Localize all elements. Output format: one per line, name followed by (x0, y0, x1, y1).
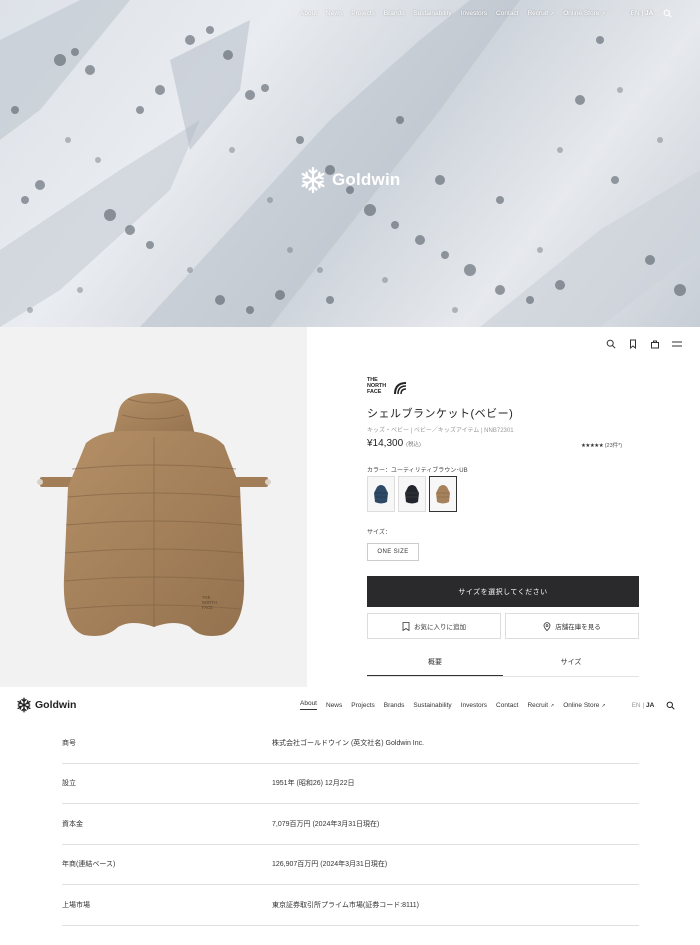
size-label: サイズ： (367, 530, 391, 536)
row-label: 年商(連結ベース) (62, 861, 116, 869)
bookmark-icon[interactable] (628, 336, 638, 350)
nav-contact[interactable]: Contact (496, 10, 518, 17)
table-row: 資本金 7,079百万円 (2024年3月31日現在) (62, 804, 639, 845)
color-label: カラー：ユーティリティブラウン･UB (367, 468, 468, 474)
nav-investors[interactable]: Investors (461, 10, 487, 17)
row-label: 商号 (62, 739, 76, 747)
lang-ja[interactable]: JA (646, 702, 654, 709)
table-row: 設立 1951年 (昭和26) 12月22日 (62, 764, 639, 804)
product-name: シェルブランケット(ベビー) (367, 408, 514, 420)
product-rating[interactable]: ★★★★★ (23件*) (581, 441, 622, 449)
goldwin-site-header: Goldwin About News Projects Brands Susta… (0, 687, 700, 723)
table-row: 商号 株式会社ゴールドウイン (英文社名) Goldwin Inc. (62, 723, 639, 764)
nav-online-store[interactable]: Online Store ↗ (563, 702, 605, 709)
goldwin-wordmark: Goldwin (35, 699, 77, 711)
size-one-size-button[interactable]: ONE SIZE (367, 543, 419, 561)
lang-en[interactable]: EN (631, 10, 640, 17)
nav-recruit[interactable]: Recruit ↗ (527, 702, 554, 709)
external-link-icon: ↗ (601, 10, 606, 17)
tab-size[interactable]: サイズ (503, 657, 639, 676)
external-link-icon: ↗ (550, 10, 555, 17)
nav-projects[interactable]: Projects (351, 702, 374, 709)
language-switch[interactable]: EN | JA (632, 702, 655, 709)
row-label: 上場市場 (62, 901, 90, 909)
hero-banner: About News Projects Brands Sustainabilit… (0, 0, 700, 327)
header-icons (606, 336, 682, 350)
row-label: 設立 (62, 780, 76, 788)
black-blanket-thumbnail (405, 485, 419, 504)
nav-contact[interactable]: Contact (496, 702, 518, 709)
nav-online-store[interactable]: Online Store ↗ (563, 10, 605, 17)
product-image-panel: THE NORTH FACE (0, 327, 307, 687)
row-value: 株式会社ゴールドウイン (英文社名) Goldwin Inc. (272, 739, 425, 747)
company-info-table: 商号 株式会社ゴールドウイン (英文社名) Goldwin Inc. 設立 19… (62, 723, 639, 926)
product-price: ¥14,300 (税込) (367, 438, 421, 449)
location-pin-icon (543, 621, 551, 631)
snowy-mountain-image (0, 0, 700, 327)
nav-recruit[interactable]: Recruit ↗ (527, 10, 554, 17)
goldwin-hero-logo[interactable]: Goldwin (299, 166, 400, 194)
bookmark-icon (402, 621, 410, 631)
language-switch[interactable]: EN | JA (631, 10, 654, 17)
product-category: キッズ・ベビー | ベビー／キッズアイテム | NNB72301 (367, 428, 514, 434)
the-north-face-logo[interactable]: THE NORTH FACE (367, 375, 407, 395)
brown-blanket-thumbnail (436, 485, 450, 504)
goldwin-nav: About News Projects Brands Sustainabilit… (300, 700, 675, 710)
nav-brands[interactable]: Brands (384, 702, 405, 709)
product-tabs: 概要 サイズ (367, 657, 639, 677)
search-icon[interactable] (666, 701, 675, 710)
nav-sustainability[interactable]: Sustainability (413, 702, 451, 709)
goldwin-logo[interactable]: Goldwin (16, 697, 76, 713)
search-icon[interactable] (606, 336, 616, 349)
check-store-stock-button[interactable]: 店舗在庫を見る (505, 613, 639, 639)
row-label: 資本金 (62, 820, 83, 828)
swatch-utility-brown[interactable] (429, 476, 457, 512)
review-count: (23件*) (604, 443, 623, 449)
navy-blanket-thumbnail (374, 485, 388, 504)
swatch-black[interactable] (398, 476, 426, 512)
nav-news[interactable]: News (326, 702, 342, 709)
nav-projects[interactable]: Projects (351, 10, 374, 17)
external-link-icon: ↗ (601, 702, 606, 709)
goldwin-wordmark: Goldwin (332, 170, 401, 189)
search-icon[interactable] (663, 9, 672, 18)
row-value: 7,079百万円 (2024年3月31日現在) (272, 820, 380, 828)
select-size-button[interactable]: サイズを選択してください (367, 576, 639, 607)
color-swatches (367, 476, 457, 512)
external-link-icon: ↗ (550, 702, 555, 709)
goldwin-snowflake-icon (301, 166, 325, 194)
add-to-favorites-button[interactable]: お気に入りに追加 (367, 613, 501, 639)
nav-news[interactable]: News (326, 10, 342, 17)
row-value: 1951年 (昭和26) 12月22日 (272, 780, 355, 788)
rating-stars: ★★★★★ (581, 443, 604, 449)
nav-investors[interactable]: Investors (461, 702, 487, 709)
nav-sustainability[interactable]: Sustainability (413, 10, 451, 17)
lang-ja[interactable]: JA (645, 10, 653, 17)
menu-icon[interactable] (672, 336, 682, 347)
cart-icon[interactable] (650, 336, 660, 349)
nav-about[interactable]: About (300, 10, 317, 17)
row-value: 東京証券取引所プライム市場(証券コード:8111) (272, 901, 419, 909)
nav-about[interactable]: About (300, 700, 317, 710)
product-info-panel: THE NORTH FACE シェルブランケット(ベビー) キッズ・ベビー | … (307, 327, 700, 687)
baby-shell-blanket-image: THE NORTH FACE (37, 393, 271, 636)
nav-brands[interactable]: Brands (384, 10, 405, 17)
goldwin-snowflake-icon (17, 697, 31, 713)
table-row: 年商(連結ベース) 126,907百万円 (2024年3月31日現在) (62, 845, 639, 885)
hero-nav: About News Projects Brands Sustainabilit… (300, 8, 692, 18)
lang-en[interactable]: EN (632, 702, 641, 709)
svg-text:FACE: FACE (202, 605, 213, 610)
svg-text:FACE: FACE (367, 389, 382, 395)
tab-overview[interactable]: 概要 (367, 657, 503, 676)
table-row: 上場市場 東京証券取引所プライム市場(証券コード:8111) (62, 885, 639, 926)
swatch-navy-blue[interactable] (367, 476, 395, 512)
row-value: 126,907百万円 (2024年3月31日現在) (272, 861, 388, 869)
